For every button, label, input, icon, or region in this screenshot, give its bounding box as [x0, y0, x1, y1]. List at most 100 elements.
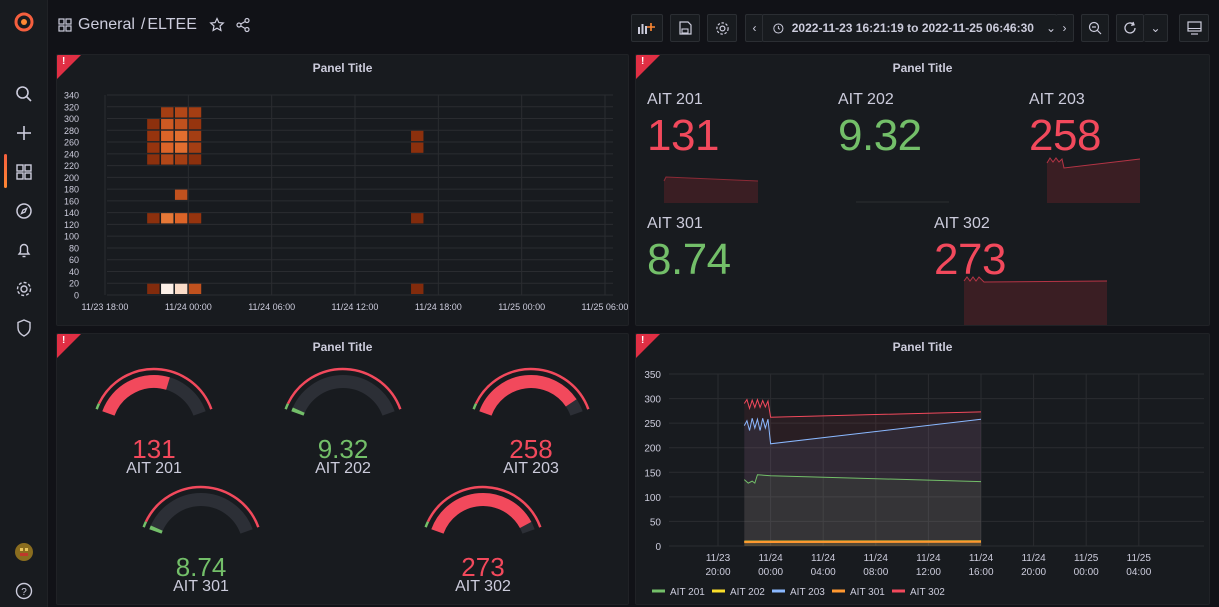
dashboard-settings-button[interactable]: [707, 14, 737, 42]
save-dashboard-button[interactable]: [670, 14, 700, 42]
refresh-button[interactable]: [1116, 14, 1144, 42]
heatmap-cell[interactable]: [147, 154, 160, 165]
heatmap-cell[interactable]: [411, 213, 424, 224]
heatmap-cell[interactable]: [147, 213, 160, 224]
zoom-out-button[interactable]: [1081, 14, 1109, 42]
x-tick-label: 04:00: [1126, 567, 1151, 578]
x-tick-label: 11/25: [1127, 553, 1152, 564]
legend-label[interactable]: AIT 301: [850, 587, 885, 598]
heatmap-cell[interactable]: [188, 283, 202, 294]
heatmap-cell[interactable]: [188, 119, 202, 130]
heatmap-cell[interactable]: [411, 283, 424, 294]
time-range-text: 2022-11-23 16:21:19 to 2022-11-25 06:46:…: [791, 21, 1034, 35]
heatmap-cell[interactable]: [174, 189, 188, 200]
gauge-value-arc: [149, 525, 163, 534]
dashboards-icon[interactable]: [12, 160, 36, 184]
gauge-threshold-green: [424, 521, 430, 528]
star-icon[interactable]: [209, 17, 225, 33]
gauge-chart: 131AIT 2019.32AIT 202258AIT 2038.74AIT 3…: [95, 367, 590, 595]
heatmap-panel[interactable]: ! Panel Title 0 20 40 60 80 100 120 140 160 180 20…: [56, 54, 629, 326]
heatmap-cell[interactable]: [174, 107, 188, 118]
heatmap-cell[interactable]: [188, 130, 202, 142]
gauge-threshold-green: [142, 521, 148, 528]
config-gear-icon[interactable]: [12, 277, 36, 301]
stat-panel[interactable]: ! Panel Title AIT 201 131 AIT 202 9.32 A…: [635, 54, 1210, 326]
plus-icon[interactable]: [12, 121, 36, 145]
x-tick-label: 00:00: [1074, 567, 1099, 578]
heatmap-cell[interactable]: [161, 130, 174, 142]
heatmap-cell[interactable]: [147, 130, 160, 142]
time-shift-back-button[interactable]: ‹: [745, 14, 763, 42]
alerting-bell-icon[interactable]: [12, 238, 36, 262]
gauge-label: AIT 301: [173, 578, 229, 595]
chevron-left-icon: ‹: [752, 21, 757, 35]
chevron-right-icon: ›: [1062, 21, 1067, 35]
heatmap-cell[interactable]: [147, 142, 160, 153]
heatmap-cell[interactable]: [174, 213, 188, 224]
active-indicator: [4, 154, 7, 188]
gauge-panel[interactable]: ! Panel Title 131 AIT 201 9.32 AIT 202 258 AI…: [56, 333, 629, 605]
sidebar: ?: [0, 0, 48, 607]
heatmap-cell[interactable]: [411, 130, 424, 142]
breadcrumb-folder[interactable]: General: [78, 16, 135, 34]
heatmap-cell[interactable]: [174, 119, 188, 130]
heatmap-cell[interactable]: [188, 107, 202, 118]
heatmap-cell[interactable]: [174, 154, 188, 165]
help-icon[interactable]: ?: [12, 579, 36, 603]
gauge-threshold-green: [284, 403, 290, 410]
heatmap-cell[interactable]: [188, 213, 202, 224]
heatmap-chart[interactable]: 0204060801001201401601802002202402602803…: [57, 55, 629, 326]
y-tick-label: 200: [64, 173, 79, 183]
search-icon[interactable]: [12, 82, 36, 106]
legend-label[interactable]: AIT 302: [910, 587, 945, 598]
heatmap-cell[interactable]: [147, 283, 160, 294]
heatmap-cell[interactable]: [174, 283, 188, 294]
user-avatar-icon[interactable]: [12, 540, 36, 564]
time-range-picker[interactable]: 2022-11-23 16:21:19 to 2022-11-25 06:46:…: [762, 14, 1057, 42]
heatmap-cell[interactable]: [188, 142, 202, 153]
y-tick-label: 0: [74, 291, 79, 301]
clock-icon: [773, 22, 784, 34]
x-tick-label: 00:00: [758, 567, 783, 578]
share-icon[interactable]: [235, 17, 251, 33]
x-tick-label: 11/25 00:00: [498, 302, 545, 312]
explore-compass-icon[interactable]: [12, 199, 36, 223]
grafana-logo-icon[interactable]: [12, 10, 36, 34]
legend-label[interactable]: AIT 201: [670, 587, 705, 598]
timeseries-chart[interactable]: 0 50 100 150 200 250 300 350 11/23 20:00 11/24 00:0…: [636, 334, 1210, 605]
heatmap-cell[interactable]: [147, 119, 160, 130]
legend-label[interactable]: AIT 203: [790, 587, 825, 598]
stat-value-ait-201: 131: [647, 111, 719, 160]
heatmap-cell[interactable]: [161, 283, 174, 294]
breadcrumb-dashboard-title[interactable]: ELTEE: [147, 16, 197, 34]
heatmap-cell[interactable]: [161, 154, 174, 165]
x-tick-label: 11/25 06:00: [582, 302, 629, 312]
x-tick-label: 11/24 12:00: [332, 302, 379, 312]
heatmap-cell[interactable]: [411, 142, 424, 153]
settings-gear-icon: [715, 21, 729, 35]
stat-label-ait-203: AIT 203: [1029, 91, 1085, 108]
stat-label-ait-202: AIT 202: [838, 91, 894, 108]
time-shift-forward-button[interactable]: ›: [1056, 14, 1074, 42]
stat-value-ait-203: 258: [1029, 111, 1101, 160]
tv-mode-button[interactable]: [1179, 14, 1209, 42]
stat-value-ait-301: 8.74: [647, 235, 731, 284]
y-tick-label: 160: [64, 196, 79, 206]
x-tick-label: 11/24 00:00: [165, 302, 212, 312]
heatmap-cell[interactable]: [174, 130, 188, 142]
heatmap-cell[interactable]: [161, 119, 174, 130]
stat-label-ait-302: AIT 302: [934, 215, 990, 232]
timeseries-panel[interactable]: ! Panel Title 0 50 100 150 200 250 300 350 11/23…: [635, 333, 1210, 605]
heatmap-cell[interactable]: [161, 142, 174, 153]
stat-value-ait-202: 9.32: [838, 111, 922, 160]
heatmap-cell[interactable]: [174, 142, 188, 153]
heatmap-cell[interactable]: [188, 154, 202, 165]
heatmap-cell[interactable]: [161, 107, 174, 118]
y-tick-label: 120: [64, 220, 79, 230]
shield-icon[interactable]: [12, 316, 36, 340]
top-navbar: General / ELTEE ‹ 2022-11-23 16:21:19 to…: [48, 0, 1219, 54]
heatmap-cell[interactable]: [161, 213, 174, 224]
refresh-interval-dropdown[interactable]: ⌄: [1144, 14, 1168, 42]
add-panel-button[interactable]: [631, 14, 663, 42]
legend-label[interactable]: AIT 202: [730, 587, 765, 598]
